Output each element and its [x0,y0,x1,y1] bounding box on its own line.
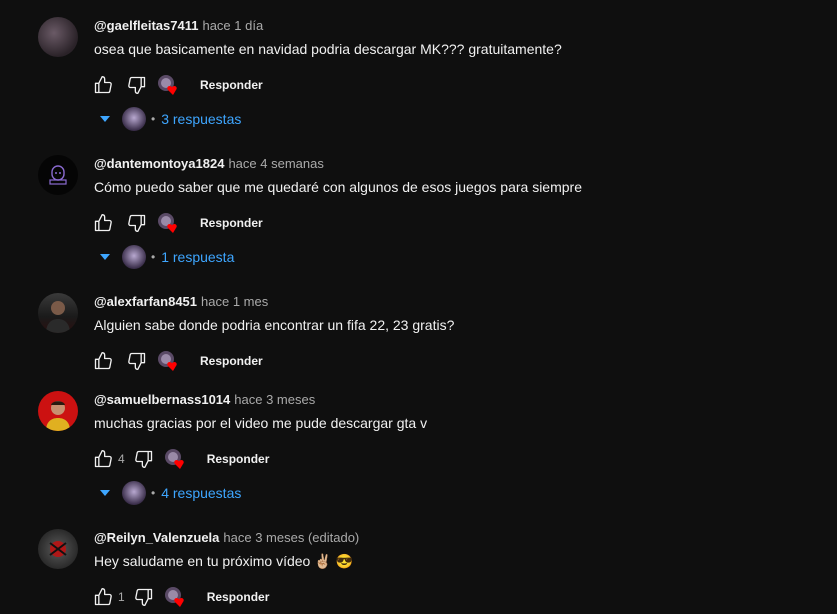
comment-text: Hey saludame en tu próximo vídeo ✌🏼 😎 [94,553,353,569]
caret-down-icon [98,490,112,496]
comment-actions: Responder [90,209,263,237]
creator-heart [163,585,189,609]
creator-heart [156,73,182,97]
creator-heart [156,349,182,373]
comment-actions: Responder [90,71,263,99]
comment-thread: @gaelfleitas7411 hace 1 día osea que basi… [0,17,837,137]
avatar-robot-icon [49,165,67,185]
caret-down-icon [98,254,112,260]
comment-time[interactable]: hace 3 meses [234,392,315,407]
dislike-icon [134,450,152,468]
comment-time[interactable]: hace 3 meses (editado) [223,530,359,545]
creator-heart [156,211,182,235]
comment-author[interactable]: @gaelfleitas7411 [94,18,198,33]
replies-count[interactable]: 3 respuestas [161,111,241,127]
reply-button[interactable]: Responder [207,452,270,466]
dislike-icon [128,214,146,232]
avatar-photo-icon [46,401,70,431]
comment-time[interactable]: hace 4 semanas [228,156,323,171]
comment-header: @dantemontoya1824 hace 4 semanas [94,155,324,173]
comment-author[interactable]: @Reilyn_Valenzuela [94,530,219,545]
comment-time[interactable]: hace 1 día [202,18,263,33]
like-icon [94,214,112,232]
view-replies-button[interactable]: • 1 respuesta [98,244,234,270]
comment-time[interactable]: hace 1 mes [201,294,268,309]
avatar[interactable] [38,293,78,333]
like-icon [94,588,112,606]
comment-author[interactable]: @samuelbernass1014 [94,392,230,407]
creator-avatar [122,107,146,131]
dislike-button[interactable] [124,73,150,97]
comment-actions: 1 Responder [90,583,269,611]
dislike-button[interactable] [124,349,150,373]
like-button[interactable] [90,447,116,471]
comment-thread: @Reilyn_Valenzuela hace 3 meses (editado)… [0,529,837,607]
separator-dot: • [151,112,156,126]
dislike-icon [128,352,146,370]
comment-author[interactable]: @alexfarfan8451 [94,294,197,309]
like-icon [94,76,112,94]
comment-actions: 4 Responder [90,445,269,473]
creator-heart-icon [164,449,184,469]
comment-thread: @dantemontoya1824 hace 4 semanas Cómo pue… [0,155,837,275]
dislike-icon [128,76,146,95]
comment-header: @gaelfleitas7411 hace 1 día [94,17,263,35]
like-count: 1 [118,590,125,604]
like-button[interactable] [90,73,116,97]
comment-text: muchas gracias por el video me pude desc… [94,415,428,431]
creator-heart-icon [158,351,177,371]
reply-button[interactable]: Responder [207,590,270,604]
dislike-icon [134,588,152,606]
caret-down-icon [98,116,112,122]
comment-header: @alexfarfan8451 hace 1 mes [94,293,268,311]
comment-text: osea que basicamente en navidad podria d… [94,41,562,57]
separator-dot: • [151,486,156,500]
avatar[interactable] [38,529,78,569]
comment-actions: Responder [90,347,263,375]
like-icon [94,450,112,468]
comment-thread: @samuelbernass1014 hace 3 meses muchas gr… [0,391,837,511]
avatar[interactable] [38,17,78,57]
creator-heart-icon [164,587,184,607]
like-icon [94,352,112,370]
comment-author[interactable]: @dantemontoya1824 [94,156,224,171]
avatar-photo-icon [46,301,70,333]
comment-header: @Reilyn_Valenzuela hace 3 meses (editado) [94,529,359,547]
creator-heart-icon [158,75,177,95]
creator-avatar [122,481,146,505]
comment-text: Cómo puedo saber que me quedaré con algu… [94,179,582,195]
avatar-photo-icon [49,541,67,557]
dislike-button[interactable] [131,447,157,471]
comment-text: Alguien sabe donde podria encontrar un f… [94,317,455,333]
replies-count[interactable]: 4 respuestas [161,485,241,501]
dislike-button[interactable] [131,585,157,609]
view-replies-button[interactable]: • 4 respuestas [98,480,241,506]
dislike-button[interactable] [124,211,150,235]
creator-avatar [122,245,146,269]
like-button[interactable] [90,211,116,235]
reply-button[interactable]: Responder [200,354,263,368]
like-count: 4 [118,452,125,466]
comment-header: @samuelbernass1014 hace 3 meses [94,391,315,409]
avatar[interactable] [38,391,78,431]
reply-button[interactable]: Responder [200,216,263,230]
avatar[interactable] [38,155,78,195]
creator-heart [163,447,189,471]
replies-count[interactable]: 1 respuesta [161,249,234,265]
reply-button[interactable]: Responder [200,78,263,92]
creator-heart-icon [158,213,177,233]
like-button[interactable] [90,349,116,373]
like-button[interactable] [90,585,116,609]
separator-dot: • [151,250,156,264]
view-replies-button[interactable]: • 3 respuestas [98,106,241,132]
comment-thread: @alexfarfan8451 hace 1 mes Alguien sabe d… [0,293,837,383]
